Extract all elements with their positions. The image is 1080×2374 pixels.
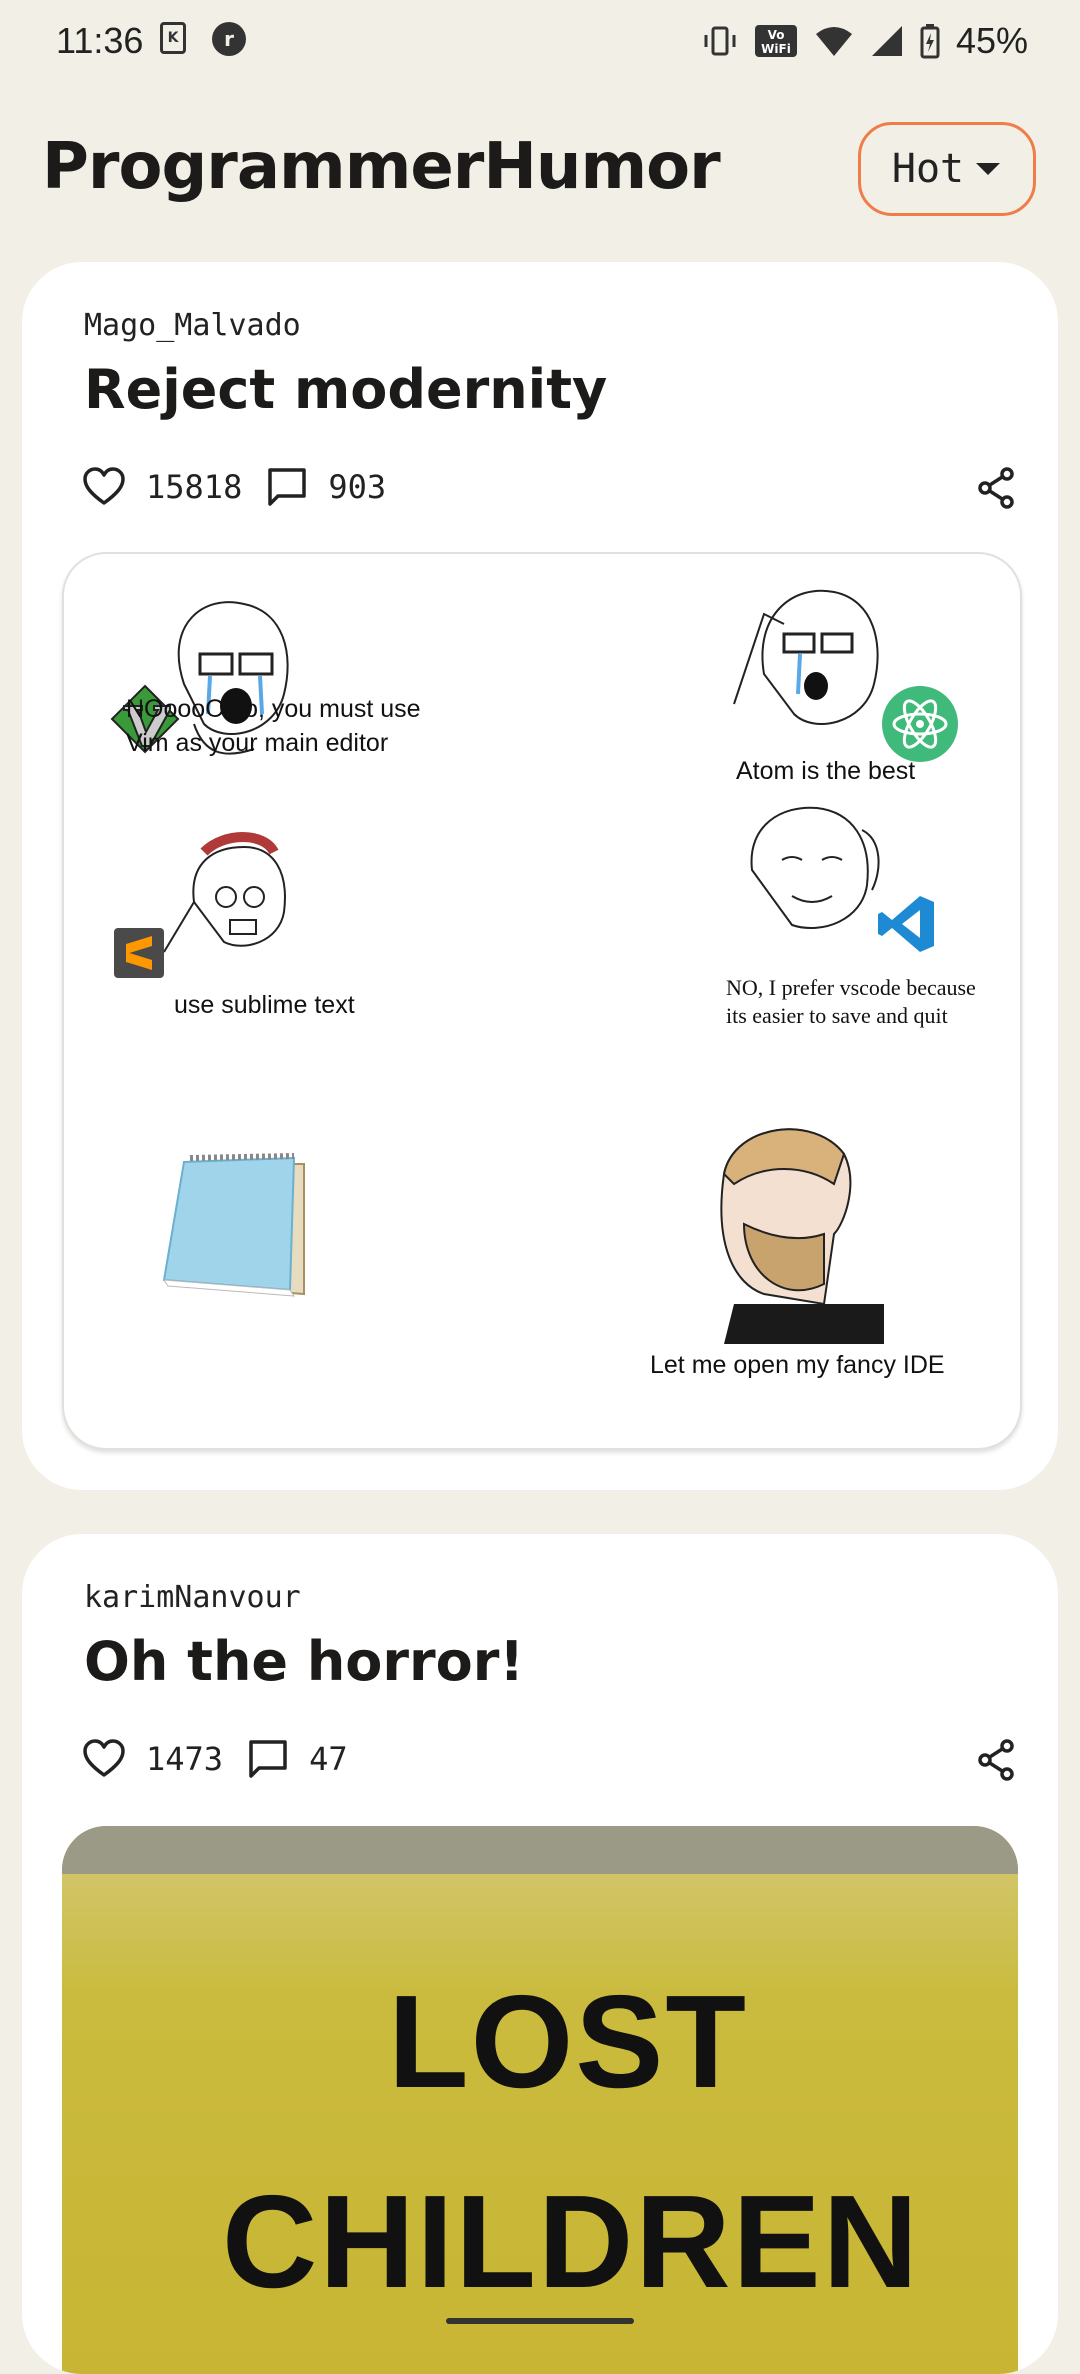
post-stats: 1473 47 — [82, 1738, 372, 1780]
svg-text:Vo: Vo — [768, 28, 785, 42]
like-count: 15818 — [146, 468, 243, 506]
comment-count: 903 — [328, 468, 387, 506]
post-image[interactable]: LOST CHILDREN — [62, 1826, 1018, 2374]
status-bar: 11:36 K r Vo WiFi 45% — [0, 0, 1080, 84]
vowifi-icon: Vo WiFi — [754, 25, 797, 57]
post-card[interactable]: Mago_Malvado Reject modernity 15818 903 — [22, 262, 1058, 1490]
post-stats: 15818 903 — [82, 466, 410, 508]
vibrate-icon — [704, 26, 736, 56]
notepad-illustration — [162, 1153, 305, 1297]
comment-icon[interactable] — [266, 466, 308, 508]
caption-sublime: use sublime text — [174, 991, 355, 1019]
post-author[interactable]: karimNanvour — [84, 1580, 301, 1615]
status-right: Vo WiFi 45% — [702, 20, 1028, 62]
comment-icon[interactable] — [247, 1738, 289, 1780]
wifi-icon — [815, 27, 852, 56]
atom-logo-icon — [882, 686, 958, 762]
like-count: 1473 — [146, 1740, 224, 1778]
battery-icon — [920, 24, 940, 59]
heart-icon[interactable] — [82, 467, 126, 507]
post-author[interactable]: Mago_Malvado — [84, 308, 301, 343]
share-icon[interactable] — [976, 466, 1016, 510]
post-card[interactable]: karimNanvour Oh the horror! 1473 47 LOST… — [22, 1534, 1058, 2374]
caption-atom: Atom is the best — [736, 757, 916, 785]
heart-icon[interactable] — [82, 1739, 126, 1779]
share-icon[interactable] — [976, 1738, 1016, 1782]
notification-app-icon: r — [212, 22, 246, 56]
sort-dropdown[interactable]: Hot — [858, 122, 1036, 216]
nerd-wojak-illustration — [163, 832, 286, 953]
subreddit-title: ProgrammerHumor — [42, 130, 721, 204]
app-header: ProgrammerHumor Hot — [0, 120, 1080, 230]
photo-top-band — [62, 1826, 1018, 1874]
svg-text:WiFi: WiFi — [761, 42, 791, 56]
dropdown-arrow-icon — [976, 163, 1001, 175]
chad-illustration — [720, 1128, 884, 1344]
vscode-logo-icon — [878, 896, 934, 952]
status-notifications: K r — [160, 22, 246, 56]
caption-vim: NOoooOOo, you must use Vim as your main … — [126, 695, 421, 757]
signal-icon — [871, 26, 902, 56]
sign-line-2: CHILDREN — [222, 2168, 920, 2315]
battery-percent: 45% — [955, 20, 1028, 61]
home-indicator[interactable] — [446, 2318, 634, 2324]
post-image[interactable]: NOoooOOo, you must use Vim as your main … — [62, 552, 1022, 1450]
comment-count: 47 — [309, 1740, 348, 1778]
notification-k-icon: K — [160, 22, 186, 54]
caption-ide: Let me open my fancy IDE — [650, 1351, 945, 1379]
sublime-logo-icon — [114, 928, 164, 978]
post-title: Reject modernity — [84, 358, 608, 421]
post-title: Oh the horror! — [84, 1630, 524, 1693]
caption-vscode: NO, I prefer vscode because its easier t… — [726, 975, 976, 1028]
sign-line-1: LOST — [388, 1968, 748, 2115]
status-time: 11:36 — [56, 20, 144, 61]
sort-label: Hot — [891, 146, 965, 192]
